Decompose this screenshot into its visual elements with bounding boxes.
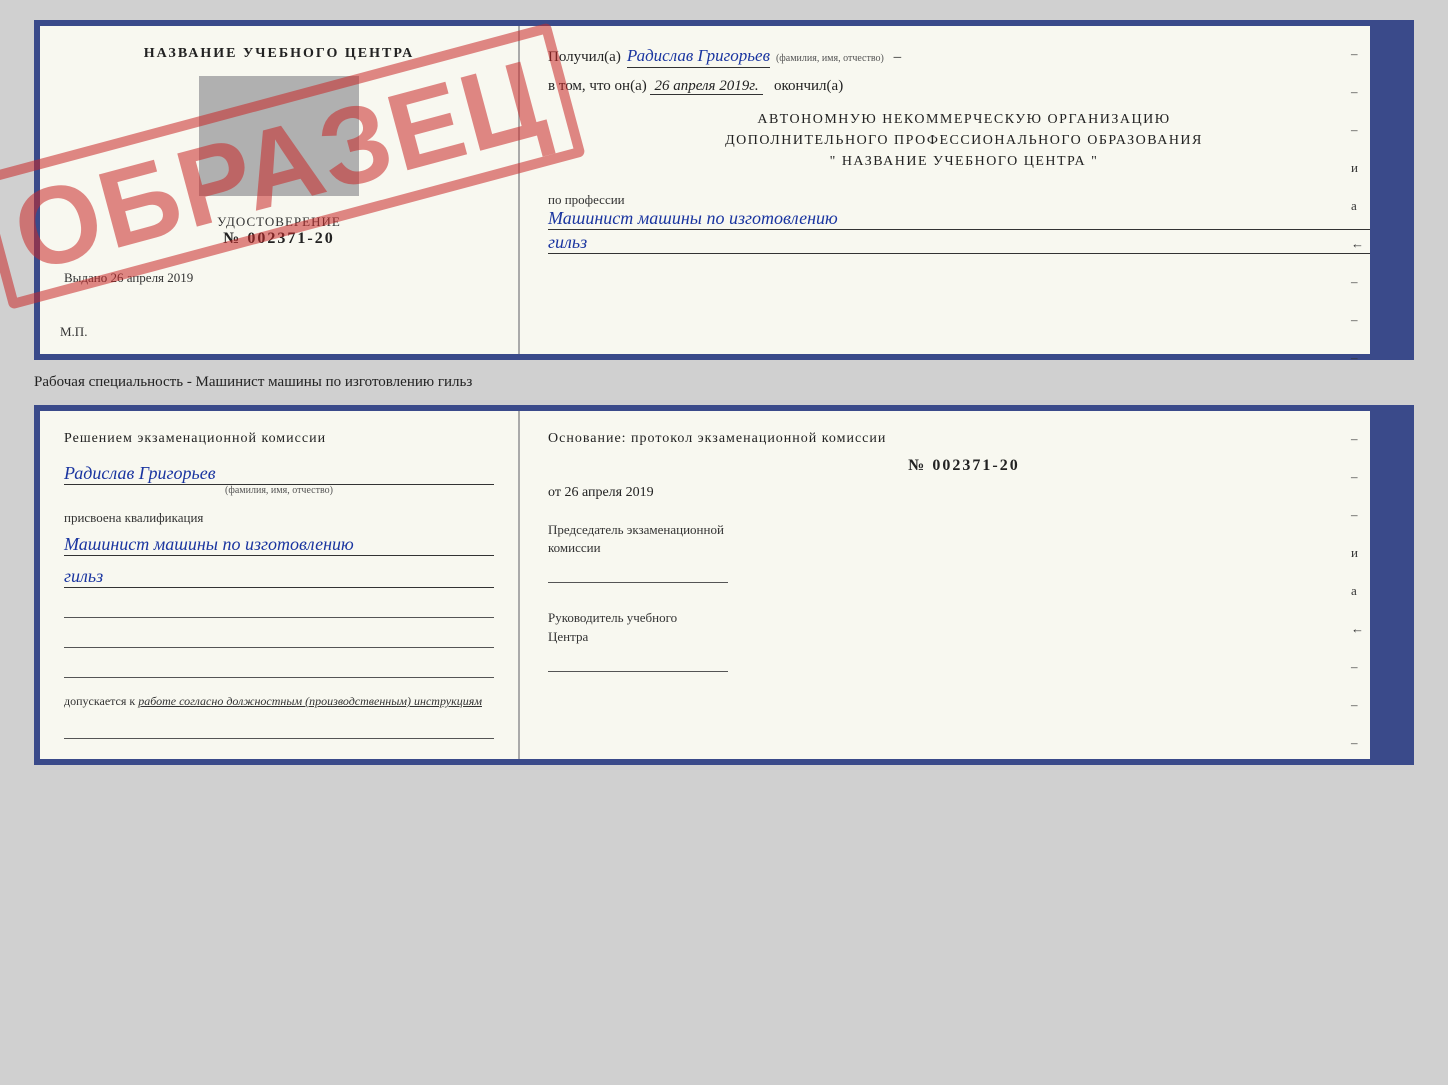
blank-line-1 (64, 600, 494, 618)
dash-b4: – (1351, 659, 1364, 675)
dash-4: – (1351, 274, 1364, 290)
commission-name-block: Радислав Григорьев (фамилия, имя, отчест… (64, 463, 494, 496)
dash-2: – (1351, 84, 1364, 100)
dash-b2: – (1351, 469, 1364, 485)
commission-name: Радислав Григорьев (64, 463, 494, 485)
separator-label: Рабочая специальность - Машинист машины … (34, 370, 472, 395)
date-suffix: окончил(а) (774, 78, 843, 94)
dopusk-text: допускается к работе согласно должностны… (64, 694, 494, 709)
org-block: АВТОНОМНУЮ НЕКОММЕРЧЕСКУЮ ОРГАНИЗАЦИЮ ДО… (548, 109, 1380, 172)
recipient-sublabel: (фамилия, имя, отчество) (776, 53, 884, 64)
recipient-name: Радислав Григорьев (627, 46, 770, 68)
org-line2: ДОПОЛНИТЕЛЬНОГО ПРОФЕССИОНАЛЬНОГО ОБРАЗО… (548, 130, 1380, 151)
chairman-label: Председатель экзаменационной комиссии (548, 521, 1380, 557)
label-barrow: ← (1351, 621, 1364, 637)
chairman-block: Председатель экзаменационной комиссии (548, 521, 1380, 583)
profession-block: по профессии Машинист машины по изготовл… (548, 192, 1380, 254)
dash-b5: – (1351, 697, 1364, 713)
dash-6: – (1351, 350, 1364, 366)
recipient-prefix: Получил(а) (548, 49, 621, 66)
bottom-document: Решением экзаменационной комиссии Радисл… (34, 405, 1414, 765)
dopusk-prefix: допускается к (64, 694, 135, 708)
side-dashes-bottom: – – – и а ← – – – (1351, 431, 1364, 751)
chairman-signature-line (548, 563, 728, 583)
dash-b3: – (1351, 507, 1364, 523)
protocol-date-value: 26 апреля 2019 (564, 485, 653, 500)
photo-placeholder (199, 76, 359, 196)
profession-label: по профессии (548, 192, 1380, 208)
label-a: а (1351, 198, 1364, 214)
protocol-date-prefix: от (548, 485, 561, 500)
dash-separator: – (890, 49, 901, 66)
org-line1: АВТОНОМНУЮ НЕКОММЕРЧЕСКУЮ ОРГАНИЗАЦИЮ (548, 109, 1380, 130)
protocol-date: от 26 апреля 2019 (548, 485, 1380, 501)
dash-5: – (1351, 312, 1364, 328)
blank-line-2 (64, 630, 494, 648)
protocol-number: № 002371-20 (548, 457, 1380, 475)
bottom-right-panel: Основание: протокол экзаменационной коми… (520, 411, 1408, 759)
top-left-panel: НАЗВАНИЕ УЧЕБНОГО ЦЕНТРА ОБРАЗЕЦ УДОСТОВ… (40, 26, 520, 354)
udostoverenie-block: УДОСТОВЕРЕНИЕ № 002371-20 (64, 214, 494, 248)
commission-title: Решением экзаменационной комиссии (64, 431, 494, 447)
commission-name-sublabel: (фамилия, имя, отчество) (64, 485, 494, 496)
top-document: НАЗВАНИЕ УЧЕБНОГО ЦЕНТРА ОБРАЗЕЦ УДОСТОВ… (34, 20, 1414, 360)
blank-line-3 (64, 660, 494, 678)
dopusk-value: работе согласно должностным (производств… (138, 694, 482, 708)
vydano-line: Выдано 26 апреля 2019 (64, 270, 494, 286)
udostoverenie-title: УДОСТОВЕРЕНИЕ (64, 214, 494, 230)
date-prefix: в том, что он(а) (548, 78, 647, 94)
label-i: и (1351, 160, 1364, 176)
spine-bottom (1370, 411, 1408, 759)
side-dashes-top: – – – и а ← – – – (1351, 46, 1364, 366)
dash-b6: – (1351, 735, 1364, 751)
profession-value1: Машинист машины по изготовлению (548, 208, 1380, 230)
label-arrow: ← (1351, 236, 1364, 252)
director-label1: Руководитель учебного (548, 610, 677, 625)
mp-line: М.П. (60, 324, 87, 340)
date-line: в том, что он(а) 26 апреля 2019г. окончи… (548, 78, 1380, 95)
bottom-left-panel: Решением экзаменационной комиссии Радисл… (40, 411, 520, 759)
director-signature-line (548, 652, 728, 672)
director-label: Руководитель учебного Центра (548, 609, 1380, 645)
dash-b1: – (1351, 431, 1364, 447)
director-block: Руководитель учебного Центра (548, 609, 1380, 671)
kvali-value1: Машинист машины по изготовлению (64, 534, 494, 556)
director-label2: Центра (548, 629, 588, 644)
recipient-line: Получил(а) Радислав Григорьев (фамилия, … (548, 46, 1380, 68)
kvali-label: присвоена квалификация (64, 510, 494, 526)
chairman-label1: Председатель экзаменационной (548, 522, 724, 537)
dash-1: – (1351, 46, 1364, 62)
label-ba: а (1351, 583, 1364, 599)
udostoverenie-number: № 002371-20 (64, 230, 494, 248)
profession-value2: гильз (548, 232, 1380, 254)
osnov-title: Основание: протокол экзаменационной коми… (548, 431, 1380, 447)
certificate-container: НАЗВАНИЕ УЧЕБНОГО ЦЕНТРА ОБРАЗЕЦ УДОСТОВ… (34, 20, 1414, 765)
top-right-panel: Получил(а) Радислав Григорьев (фамилия, … (520, 26, 1408, 354)
dash-3: – (1351, 122, 1364, 138)
org-line3: " НАЗВАНИЕ УЧЕБНОГО ЦЕНТРА " (548, 151, 1380, 172)
spine-top (1370, 26, 1408, 354)
label-bi: и (1351, 545, 1364, 561)
chairman-label2: комиссии (548, 540, 601, 555)
top-center-title: НАЗВАНИЕ УЧЕБНОГО ЦЕНТРА (64, 46, 494, 62)
blank-line-4 (64, 721, 494, 739)
date-value: 26 апреля 2019г. (650, 78, 762, 95)
kvali-value2: гильз (64, 566, 494, 588)
